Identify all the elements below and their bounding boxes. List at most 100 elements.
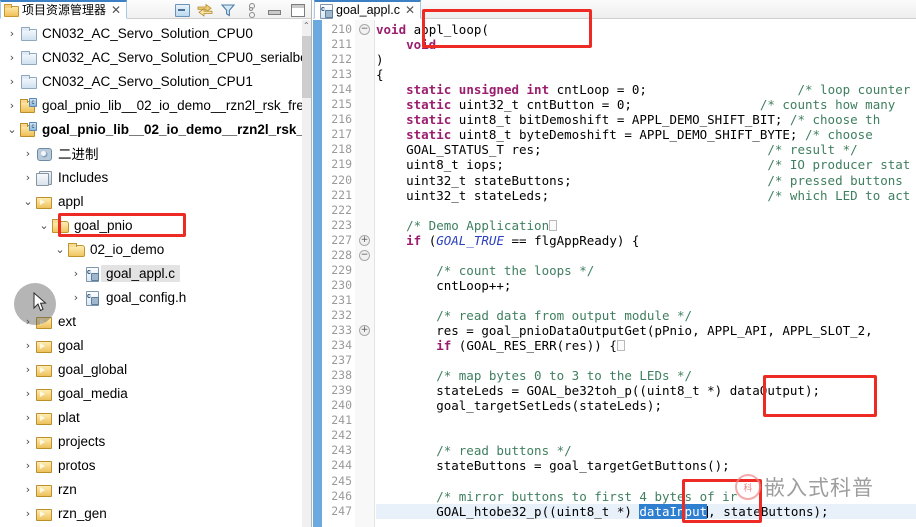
code-line[interactable]: /* read buttons */ xyxy=(376,443,571,458)
chevron-right-icon[interactable]: › xyxy=(20,387,36,400)
tree-item-ext[interactable]: › ext xyxy=(0,309,303,333)
tree-item-cn032-ac-servo-solution-cpu0[interactable]: › CN032_AC_Servo_Solution_CPU0 xyxy=(0,21,303,45)
source-folder-icon xyxy=(36,362,53,377)
code-line[interactable]: uint32_t stateButtons; /* pressed button… xyxy=(376,173,910,188)
chevron-right-icon[interactable]: › xyxy=(20,339,36,352)
tree-item-goal-pnio[interactable]: ⌄ goal_pnio xyxy=(0,213,303,237)
tree-item-02-io-demo[interactable]: ⌄ 02_io_demo xyxy=(0,237,303,261)
code-line[interactable]: /* mirror buttons to first 4 bytes of ir xyxy=(376,489,737,504)
line-number: 231 xyxy=(331,292,352,307)
code-line[interactable]: goal_targetSetLeds(stateLeds); xyxy=(376,398,662,413)
tree-item-projects[interactable]: › projects xyxy=(0,429,303,453)
code-line[interactable]: uint32_t stateLeds; /* which LED to act xyxy=(376,188,910,203)
code-line[interactable]: cntLoop++; xyxy=(376,278,511,293)
scroll-up-icon[interactable]: ⌃ xyxy=(303,22,310,30)
code-line[interactable]: { xyxy=(376,67,384,82)
chevron-right-icon[interactable]: › xyxy=(20,147,36,160)
tree-item-rzn-gen[interactable]: › rzn_gen xyxy=(0,501,303,525)
code-line[interactable]: stateButtons = goal_targetGetButtons(); xyxy=(376,458,730,473)
chevron-right-icon[interactable]: › xyxy=(4,99,20,112)
chevron-right-icon[interactable]: › xyxy=(68,291,84,304)
code-line[interactable]: ) xyxy=(376,52,384,67)
code-token: { xyxy=(376,67,384,83)
chevron-right-icon[interactable]: › xyxy=(20,315,36,328)
line-number: 233 xyxy=(331,323,352,337)
tree-item-goal-config-h[interactable]: › c goal_config.h xyxy=(0,285,303,309)
chevron-down-icon[interactable]: ⌄ xyxy=(52,243,68,256)
chevron-right-icon[interactable]: › xyxy=(4,75,20,88)
minimize-icon[interactable] xyxy=(266,2,282,17)
tree-item-appl[interactable]: ⌄ appl xyxy=(0,189,303,213)
code-token: ( xyxy=(481,22,489,37)
close-icon[interactable]: ✕ xyxy=(404,4,416,16)
code-line[interactable]: void xyxy=(376,37,436,52)
chevron-right-icon[interactable]: › xyxy=(20,435,36,448)
code-line[interactable]: void appl_loop( xyxy=(376,22,489,37)
tree-item-plat[interactable]: › plat xyxy=(0,405,303,429)
chevron-down-icon[interactable]: ⌄ xyxy=(36,219,52,232)
maximize-icon[interactable] xyxy=(289,2,305,17)
code-line[interactable]: /* Demo Application xyxy=(376,218,558,233)
code-line[interactable]: static uint8_t byteDemoshift = APPL_DEMO… xyxy=(376,127,880,142)
fold-expand-icon[interactable]: + xyxy=(359,325,370,336)
chevron-right-icon[interactable]: › xyxy=(68,267,84,280)
code-line[interactable]: uint8_t iops; /* IO producer stat xyxy=(376,157,910,172)
chevron-down-icon[interactable]: ⌄ xyxy=(20,195,36,208)
scrollbar-thumb[interactable] xyxy=(302,36,311,98)
view-menu-icon[interactable] xyxy=(243,2,259,18)
link-with-editor-icon[interactable] xyxy=(197,2,213,17)
chevron-right-icon[interactable]: › xyxy=(20,363,36,376)
chevron-right-icon[interactable]: › xyxy=(4,51,20,64)
tab-project-explorer[interactable]: 项目资源管理器 ✕ xyxy=(0,0,128,19)
code-line[interactable]: /* map bytes 0 to 3 to the LEDs */ xyxy=(376,368,692,383)
tree-item-goal-pnio-lib-02-io-demo-rzn2l-rsk-freer[interactable]: › c goal_pnio_lib__02_io_demo__rzn2l_rsk_f… xyxy=(0,93,303,117)
code-line[interactable]: stateLeds = GOAL_be32toh_p((uint8_t *) d… xyxy=(376,383,820,398)
tree-item-cn032-ac-servo-solution-cpu1[interactable]: › CN032_AC_Servo_Solution_CPU1 xyxy=(0,69,303,93)
tree-item-goal-global[interactable]: › goal_global xyxy=(0,357,303,381)
code-token: GOAL_TRUE xyxy=(436,232,504,248)
tree-item-[interactable]: › 二进制 xyxy=(0,141,303,165)
chevron-right-icon[interactable]: › xyxy=(4,27,20,40)
project-explorer-titlebar: 项目资源管理器 ✕ xyxy=(0,0,311,19)
chevron-right-icon[interactable]: › xyxy=(20,459,36,472)
tree-item-includes[interactable]: › h Includes xyxy=(0,165,303,189)
project-tree[interactable]: › CN032_AC_Servo_Solution_CPU0 › CN032_AC_S… xyxy=(0,20,303,527)
collapsed-block-placeholder[interactable] xyxy=(549,219,558,231)
chevron-down-icon[interactable]: ⌄ xyxy=(4,123,20,136)
code-line[interactable]: res = goal_pnioDataOutputGet(pPnio, APPL… xyxy=(376,323,880,338)
tree-item-protos[interactable]: › protos xyxy=(0,453,303,477)
code-line[interactable]: /* read data from output module */ xyxy=(376,308,692,323)
collapse-all-icon[interactable] xyxy=(174,2,190,17)
tree-item-goal-appl-c[interactable]: › c goal_appl.c xyxy=(0,261,303,285)
code-line[interactable]: static uint8_t bitDemoshift = APPL_DEMO_… xyxy=(376,112,880,127)
chevron-right-icon[interactable]: › xyxy=(20,483,36,496)
code-line[interactable]: static unsigned int cntLoop = 0; /* loop… xyxy=(376,82,916,97)
line-number: 246 xyxy=(331,488,352,503)
fold-expand-icon[interactable]: + xyxy=(359,234,370,246)
tree-item-label: plat xyxy=(58,409,80,425)
code-line[interactable]: static uint32_t cntButton = 0; /* counts… xyxy=(376,97,903,112)
chevron-right-icon[interactable]: › xyxy=(20,171,36,184)
tab-goal-appl-c[interactable]: c goal_appl.c ✕ xyxy=(314,0,422,19)
fold-collapse-icon[interactable]: − xyxy=(359,249,370,261)
chevron-right-icon[interactable]: › xyxy=(20,507,36,520)
tree-item-rzn[interactable]: › rzn xyxy=(0,477,303,501)
code-folding-gutter[interactable]: − + − + xyxy=(355,20,375,527)
code-line[interactable]: if (GOAL_RES_ERR(res)) { xyxy=(376,338,625,353)
tree-item-cn032-ac-servo-solution-cpu0-serialboot[interactable]: › CN032_AC_Servo_Solution_CPU0_serialboot xyxy=(0,45,303,69)
close-icon[interactable]: ✕ xyxy=(110,4,122,16)
filter-icon[interactable] xyxy=(220,2,236,17)
code-line[interactable]: if (GOAL_TRUE == flgAppReady) { xyxy=(376,233,639,248)
tree-item-goal-media[interactable]: › goal_media xyxy=(0,381,303,405)
tree-item-goal[interactable]: › goal xyxy=(0,333,303,357)
code-line[interactable]: GOAL_STATUS_T res; /* result */ xyxy=(376,142,858,157)
code-token: uint32_t cntButton = 0; xyxy=(451,97,632,113)
fold-collapse-icon[interactable]: − xyxy=(359,24,370,35)
tree-item-goal-pnio-lib-02-io-demo-rzn2l-rsk-free[interactable]: ⌄ c goal_pnio_lib__02_io_demo__rzn2l_rsk_f… xyxy=(0,117,303,141)
code-line[interactable]: GOAL_htobe32_p((uint8_t *) dataInput, st… xyxy=(376,503,916,519)
code-text-area[interactable]: void appl_loop( void){ static unsigned i… xyxy=(376,20,916,527)
project-tree-scrollbar[interactable]: ⌃ xyxy=(302,20,311,527)
collapsed-block-placeholder[interactable] xyxy=(616,340,625,352)
chevron-right-icon[interactable]: › xyxy=(20,411,36,424)
code-line[interactable]: /* count the loops */ xyxy=(376,263,594,278)
